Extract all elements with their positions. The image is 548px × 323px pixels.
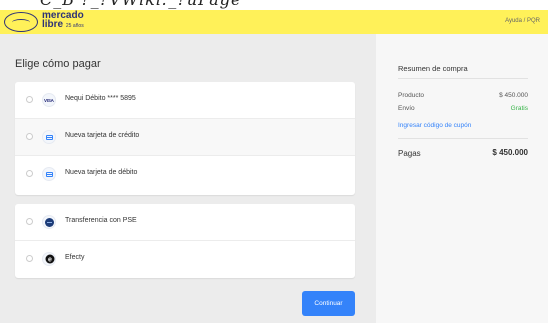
efecty-icon: e: [42, 252, 56, 266]
payment-option-debit-card[interactable]: Nueva tarjeta de débito: [15, 156, 355, 193]
radio-button[interactable]: [26, 96, 33, 103]
option-label: Nueva tarjeta de crédito: [65, 132, 140, 139]
payment-other-group: Transferencia con PSE e Efecty: [15, 204, 355, 278]
product-label: Producto: [398, 92, 425, 99]
logo-text: mercado libre 25 años: [42, 11, 84, 31]
help-link[interactable]: Ayuda / PQR: [505, 18, 540, 24]
top-header: mercado libre 25 años Ayuda / PQR: [0, 10, 548, 34]
svg-text:e: e: [48, 256, 52, 263]
payment-card-group: VISA Nequi Débito **** 5895 Nueva tarjet…: [15, 82, 355, 195]
shipping-label: Envío: [398, 105, 415, 112]
summary-shipping-row: Envío Gratis: [398, 105, 528, 112]
option-label: Nequi Débito **** 5895: [65, 95, 136, 102]
divider: [398, 78, 528, 79]
option-label: Efecty: [65, 254, 85, 261]
payment-option-pse[interactable]: Transferencia con PSE: [15, 204, 355, 241]
radio-button[interactable]: [26, 218, 33, 225]
total-label: Pagas: [398, 149, 421, 158]
radio-button[interactable]: [26, 133, 33, 140]
mercado-libre-logo[interactable]: mercado libre 25 años: [4, 11, 122, 33]
debit-card-icon: [42, 167, 56, 181]
payment-option-efecty[interactable]: e Efecty: [15, 241, 355, 278]
page-title: Elige cómo pagar: [15, 58, 101, 70]
payment-option-credit-card[interactable]: Nueva tarjeta de crédito: [15, 119, 355, 156]
title-overlay: C_B ?_?VWiki:_?uPage: [0, 0, 548, 10]
pse-icon: [42, 215, 56, 229]
handshake-icon: [4, 12, 38, 32]
payment-option-nequi[interactable]: VISA Nequi Débito **** 5895: [15, 82, 355, 119]
purchase-summary: Resumen de compra Producto $ 450.000 Env…: [376, 34, 548, 323]
logo-line2-text: libre: [42, 19, 64, 30]
visa-logo-text: VISA: [44, 98, 54, 103]
shipping-value: Gratis: [510, 105, 528, 112]
summary-title: Resumen de compra: [398, 64, 468, 73]
product-value: $ 450.000: [499, 92, 528, 99]
option-label: Nueva tarjeta de débito: [65, 169, 138, 176]
coupon-link[interactable]: Ingresar código de cupón: [398, 122, 471, 129]
logo-line2: libre 25 años: [42, 20, 84, 31]
summary-total-row: Pagas $ 450.000: [398, 148, 528, 158]
summary-product-row: Producto $ 450.000: [398, 92, 528, 99]
payment-section: Elige cómo pagar VISA Nequi Débito **** …: [0, 34, 376, 323]
visa-icon: VISA: [42, 93, 56, 107]
option-label: Transferencia con PSE: [65, 217, 137, 224]
divider: [398, 138, 528, 139]
logo-tag: 25 años: [65, 23, 84, 29]
total-value: $ 450.000: [492, 148, 528, 157]
radio-button[interactable]: [26, 170, 33, 177]
credit-card-icon: [42, 130, 56, 144]
continue-button[interactable]: Continuar: [302, 291, 355, 316]
radio-button[interactable]: [26, 255, 33, 262]
